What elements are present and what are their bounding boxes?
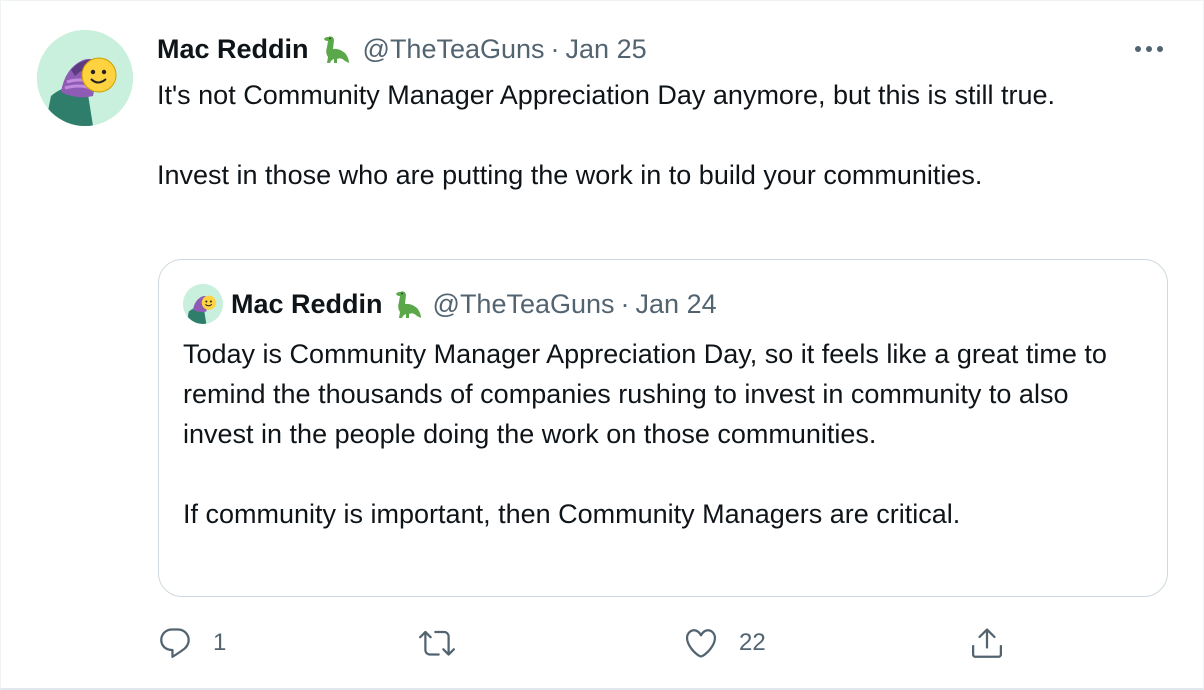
tweet-header: Mac Reddin @TheTeaGuns · Jan 25	[157, 31, 647, 67]
quoted-text: Today is Community Manager Appreciation …	[183, 334, 1143, 534]
share-icon	[972, 628, 1002, 658]
reply-button[interactable]: 1	[157, 621, 226, 665]
share-button[interactable]	[969, 621, 1025, 665]
retweet-button[interactable]	[419, 621, 475, 665]
separator: ·	[550, 33, 560, 64]
quoted-paragraph: If community is important, then Communit…	[183, 499, 961, 529]
action-bar: 1 22	[157, 621, 1037, 665]
quoted-author-handle: @TheTeaGuns	[432, 288, 615, 319]
tweet-date[interactable]: Jan 25	[566, 34, 647, 65]
avatar-image	[37, 30, 133, 126]
reply-count: 1	[213, 629, 227, 656]
more-horizontal-icon	[1135, 46, 1163, 52]
tweet-card[interactable]: Mac Reddin @TheTeaGuns · Jan 25 It's not…	[0, 0, 1204, 690]
like-count: 22	[739, 629, 766, 656]
quoted-paragraph: Today is Community Manager Appreciation …	[183, 339, 1107, 449]
heart-icon	[685, 629, 717, 658]
quoted-avatar[interactable]	[183, 284, 223, 324]
quoted-date: Jan 24	[635, 288, 717, 319]
more-options-button[interactable]	[1127, 33, 1171, 65]
reply-icon	[160, 628, 190, 658]
tweet-paragraph: It's not Community Manager Appreciation …	[157, 80, 1056, 110]
like-button[interactable]: 22	[683, 621, 766, 665]
avatar[interactable]	[37, 30, 133, 126]
quoted-header: Mac Reddin @TheTeaGuns · Jan 24	[231, 286, 717, 322]
tweet-text: It's not Community Manager Appreciation …	[157, 75, 1157, 195]
quoted-avatar-image	[183, 284, 223, 324]
author-name[interactable]: Mac Reddin	[157, 34, 309, 65]
author-handle[interactable]: @TheTeaGuns	[363, 34, 545, 65]
quoted-author-name: Mac Reddin	[231, 288, 383, 319]
retweet-icon	[419, 630, 455, 656]
tweet-paragraph: Invest in those who are putting the work…	[157, 160, 983, 190]
dinosaur-icon	[319, 33, 351, 65]
dinosaur-icon	[391, 288, 423, 320]
separator: ·	[620, 288, 630, 319]
quoted-tweet[interactable]: Mac Reddin @TheTeaGuns · Jan 24 Today is…	[158, 259, 1168, 597]
